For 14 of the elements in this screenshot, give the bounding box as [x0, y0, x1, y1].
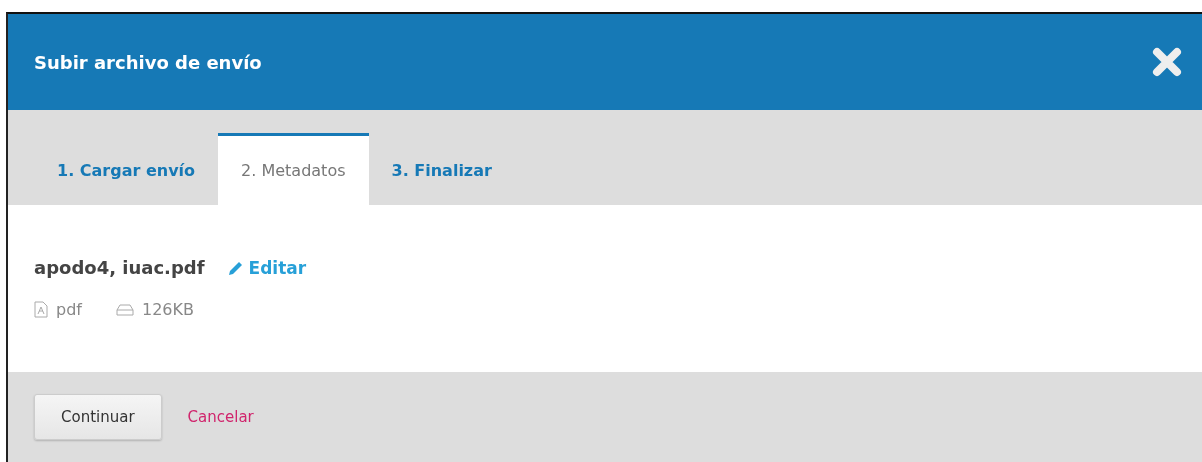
continue-button[interactable]: Continuar	[34, 394, 162, 440]
close-icon	[1151, 46, 1183, 78]
step-tab[interactable]: 3. Finalizar	[368, 133, 515, 205]
dialog-title: Subir archivo de envío	[34, 51, 262, 73]
file-type: pdf	[56, 300, 82, 319]
close-button[interactable]	[1150, 45, 1184, 79]
step-tab[interactable]: 1. Cargar envío	[34, 133, 219, 205]
pdf-file-icon	[34, 301, 48, 318]
step-tab[interactable]: 2. Metadatos	[218, 133, 369, 205]
file-name: apodo4, iuac.pdf	[34, 257, 205, 278]
hard-drive-icon	[115, 303, 134, 316]
edit-link[interactable]: Editar	[226, 257, 307, 278]
file-size: 126KB	[141, 300, 194, 319]
cancel-link[interactable]: Cancelar	[187, 408, 254, 426]
